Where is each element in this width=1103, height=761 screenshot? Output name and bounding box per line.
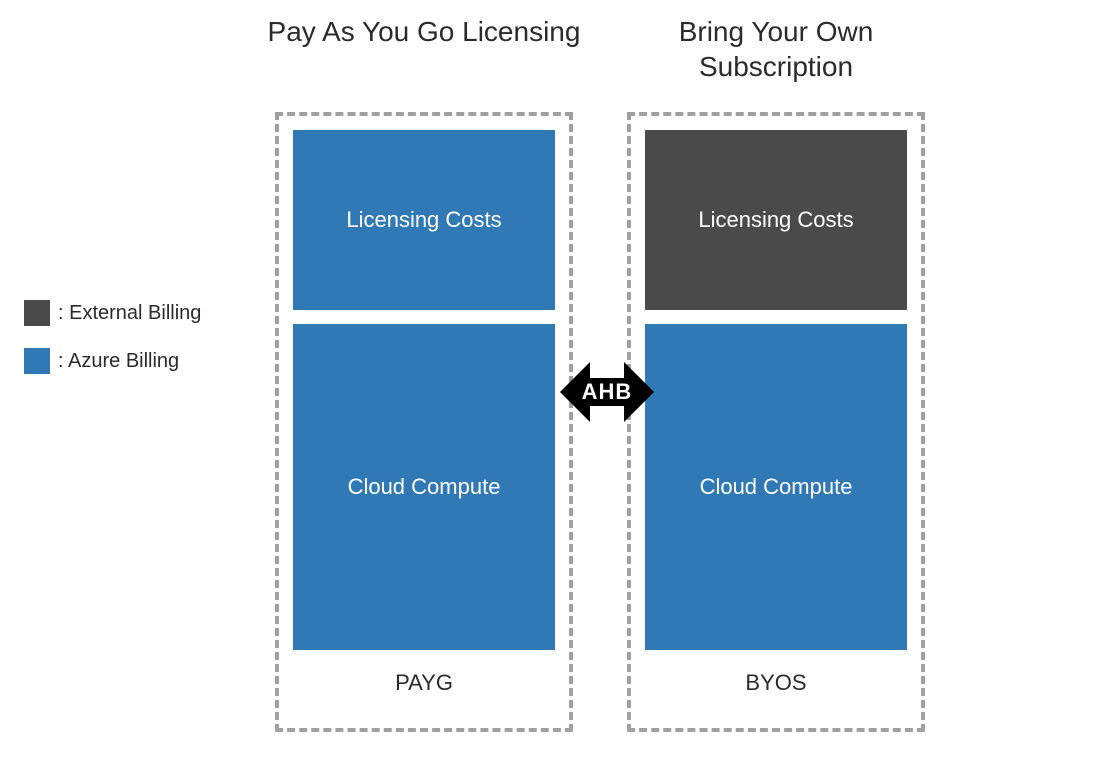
payg-compute-block: Cloud Compute (293, 324, 555, 650)
title-byos: Bring Your Own Subscription (616, 14, 936, 84)
byos-compute-block: Cloud Compute (645, 324, 907, 650)
legend-item-azure: : Azure Billing (24, 348, 201, 374)
ahb-connector: AHB (560, 356, 654, 428)
legend-label-azure: : Azure Billing (58, 350, 179, 373)
payg-licensing-block: Licensing Costs (293, 130, 555, 310)
pillar-payg: Licensing Costs Cloud Compute PAYG (275, 112, 573, 732)
legend-label-external: : External Billing (58, 302, 201, 325)
byos-footer: BYOS (645, 664, 907, 696)
byos-licensing-block: Licensing Costs (645, 130, 907, 310)
payg-footer: PAYG (293, 664, 555, 696)
diagram-canvas: Pay As You Go Licensing Bring Your Own S… (0, 0, 1103, 761)
legend: : External Billing : Azure Billing (24, 300, 201, 396)
legend-item-external: : External Billing (24, 300, 201, 326)
ahb-label: AHB (582, 379, 633, 405)
title-payg: Pay As You Go Licensing (264, 14, 584, 49)
swatch-azure (24, 348, 50, 374)
pillar-byos: Licensing Costs Cloud Compute BYOS (627, 112, 925, 732)
swatch-external (24, 300, 50, 326)
